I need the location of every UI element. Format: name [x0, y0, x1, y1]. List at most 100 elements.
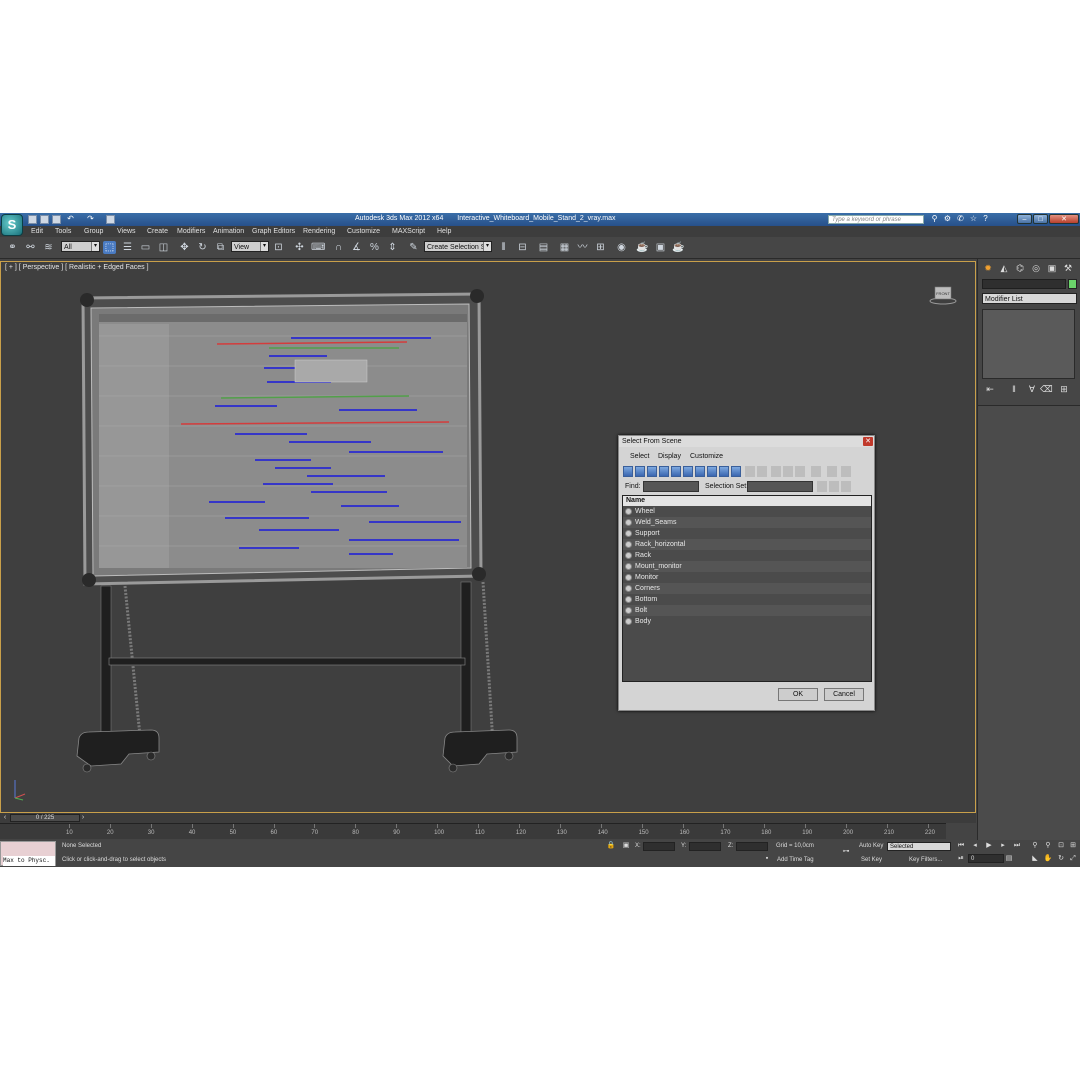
previous-frame-icon[interactable]: ‹ [0, 813, 10, 823]
x-coordinate-field[interactable] [643, 842, 675, 851]
maximize-icon[interactable]: □ [1033, 214, 1048, 224]
communication-icon[interactable]: ✆ [956, 214, 965, 224]
layer-manager-icon[interactable]: ▤ [537, 241, 550, 254]
render-setup-icon[interactable]: ☕ [636, 241, 649, 254]
display-containers-icon[interactable] [731, 466, 741, 477]
set-key-button[interactable]: Set Key [861, 857, 882, 863]
redo-icon[interactable]: ↷ [86, 214, 95, 224]
filter-icon[interactable] [827, 466, 837, 477]
list-item[interactable]: Wheel [623, 506, 871, 517]
curve-editor-icon[interactable]: 〰 [576, 241, 589, 254]
sync-selection-icon[interactable] [811, 466, 821, 477]
menu-help[interactable]: Help [437, 228, 451, 235]
schematic-view-icon[interactable]: ⊞ [594, 241, 607, 254]
remove-modifier-icon[interactable]: ⌫ [1040, 383, 1053, 395]
modifier-list-dropdown[interactable]: Modifier List [982, 293, 1077, 304]
reference-coordinate-dropdown[interactable]: View ▾ [231, 241, 269, 252]
application-menu-icon[interactable]: S [1, 214, 23, 236]
select-none-icon[interactable] [783, 466, 793, 477]
minimize-icon[interactable]: – [1017, 214, 1032, 224]
menu-edit[interactable]: Edit [31, 228, 43, 235]
new-file-icon[interactable] [28, 215, 37, 224]
rendered-frame-window-icon[interactable]: ▣ [654, 241, 667, 254]
object-color-swatch[interactable] [1068, 279, 1077, 289]
viewport-label[interactable]: [ + ] [ Perspective ] [ Realistic + Edge… [5, 264, 149, 271]
current-frame-field[interactable]: 0 [968, 854, 1004, 863]
subscription-icon[interactable]: ⚙ [943, 214, 952, 224]
time-slider[interactable]: ‹ 0 / 225 › [0, 813, 976, 823]
key-filters-button[interactable]: Key Filters... [909, 857, 942, 863]
named-selection-set-dropdown[interactable]: Create Selection Se ▾ [424, 241, 492, 252]
help-icon[interactable]: ? [981, 214, 990, 224]
modify-tab-icon[interactable]: ◭ [998, 262, 1010, 274]
time-configuration-icon[interactable]: ▤ [1004, 854, 1014, 864]
key-mode-toggle-icon[interactable]: ⏯ [956, 854, 966, 864]
display-all-icon[interactable] [745, 466, 755, 477]
lock-selection-icon[interactable]: 🔒 [606, 841, 616, 851]
percent-snap-icon[interactable]: % [368, 241, 381, 254]
display-cameras-icon[interactable] [659, 466, 669, 477]
z-coordinate-field[interactable] [736, 842, 768, 851]
object-name-input[interactable] [982, 279, 1066, 289]
open-file-icon[interactable] [40, 215, 49, 224]
column-header-name[interactable]: Name [623, 496, 871, 506]
menu-group[interactable]: Group [84, 228, 103, 235]
select-by-name-icon[interactable]: ☰ [121, 241, 134, 254]
select-invert-icon[interactable] [795, 466, 805, 477]
select-and-manipulate-icon[interactable]: ✣ [293, 241, 306, 254]
maxscript-input[interactable]: Max to Physc. [3, 856, 55, 866]
key-icon[interactable]: ⊶ [838, 847, 854, 857]
angle-snap-icon[interactable]: ∡ [350, 241, 363, 254]
close-icon[interactable]: ✕ [1049, 214, 1079, 224]
help-search-input[interactable]: Type a keyword or phrase [828, 215, 924, 224]
select-and-rotate-icon[interactable]: ↻ [196, 241, 209, 254]
list-item[interactable]: Mount_monitor [623, 561, 871, 572]
menu-create[interactable]: Create [147, 228, 168, 235]
select-object-icon[interactable]: ⬚ [103, 241, 116, 254]
rectangular-selection-icon[interactable]: ▭ [139, 241, 152, 254]
list-item[interactable]: Rack_horizontal [623, 539, 871, 550]
ok-button[interactable]: OK [778, 688, 818, 701]
list-item[interactable]: Bottom [623, 594, 871, 605]
find-input[interactable] [643, 481, 699, 492]
project-folder-icon[interactable] [106, 215, 115, 224]
binoculars-icon[interactable]: ⚲ [930, 214, 939, 224]
display-groups-icon[interactable] [695, 466, 705, 477]
selection-set-dropdown[interactable] [747, 481, 813, 492]
selection-filter-dropdown[interactable]: All ▾ [61, 241, 100, 252]
mirror-icon[interactable]: ⫴ [497, 241, 510, 254]
unlink-icon[interactable]: ⚯ [24, 241, 37, 254]
configure-modifier-sets-icon[interactable]: ⊞ [1058, 383, 1070, 395]
field-of-view-icon[interactable]: ◣ [1030, 854, 1040, 864]
show-end-result-icon[interactable]: ‖ [1008, 383, 1020, 395]
key-mode-dropdown[interactable]: Selected [887, 842, 951, 851]
list-item[interactable]: Support [623, 528, 871, 539]
add-to-selection-set-icon[interactable] [829, 481, 839, 492]
utilities-tab-icon[interactable]: ⚒ [1062, 262, 1074, 274]
menu-maxscript[interactable]: MAXScript [392, 228, 425, 235]
display-helpers-icon[interactable] [671, 466, 681, 477]
modifier-stack[interactable] [982, 309, 1075, 379]
zoom-extents-all-icon[interactable]: ⊞ [1068, 841, 1078, 851]
make-unique-icon[interactable]: ∀ [1026, 383, 1038, 395]
add-time-tag-button[interactable]: Add Time Tag [777, 857, 814, 863]
time-slider-thumb[interactable]: 0 / 225 [10, 814, 80, 822]
bind-space-warp-icon[interactable]: ≋ [42, 241, 55, 254]
graphite-tools-icon[interactable]: ▦ [558, 241, 571, 254]
dialog-menu-customize[interactable]: Customize [690, 453, 723, 460]
list-item[interactable]: Corners [623, 583, 871, 594]
list-item[interactable]: Bolt [623, 605, 871, 616]
spinner-snap-icon[interactable]: ⇕ [386, 241, 399, 254]
transform-mode-icon[interactable]: ▣ [621, 841, 631, 851]
menu-tools[interactable]: Tools [55, 228, 71, 235]
select-and-move-icon[interactable]: ✥ [178, 241, 191, 254]
next-key-icon[interactable]: ▸ [998, 841, 1008, 851]
display-bones-icon[interactable] [719, 466, 729, 477]
keyboard-shortcut-override-icon[interactable]: ⌨ [311, 241, 325, 254]
zoom-extents-icon[interactable]: ⊡ [1056, 841, 1066, 851]
menu-customize[interactable]: Customize [347, 228, 380, 235]
go-to-start-icon[interactable]: ⏮ [956, 841, 966, 851]
y-coordinate-field[interactable] [689, 842, 721, 851]
dialog-close-icon[interactable]: ✕ [863, 437, 873, 446]
material-editor-icon[interactable]: ◉ [615, 241, 628, 254]
